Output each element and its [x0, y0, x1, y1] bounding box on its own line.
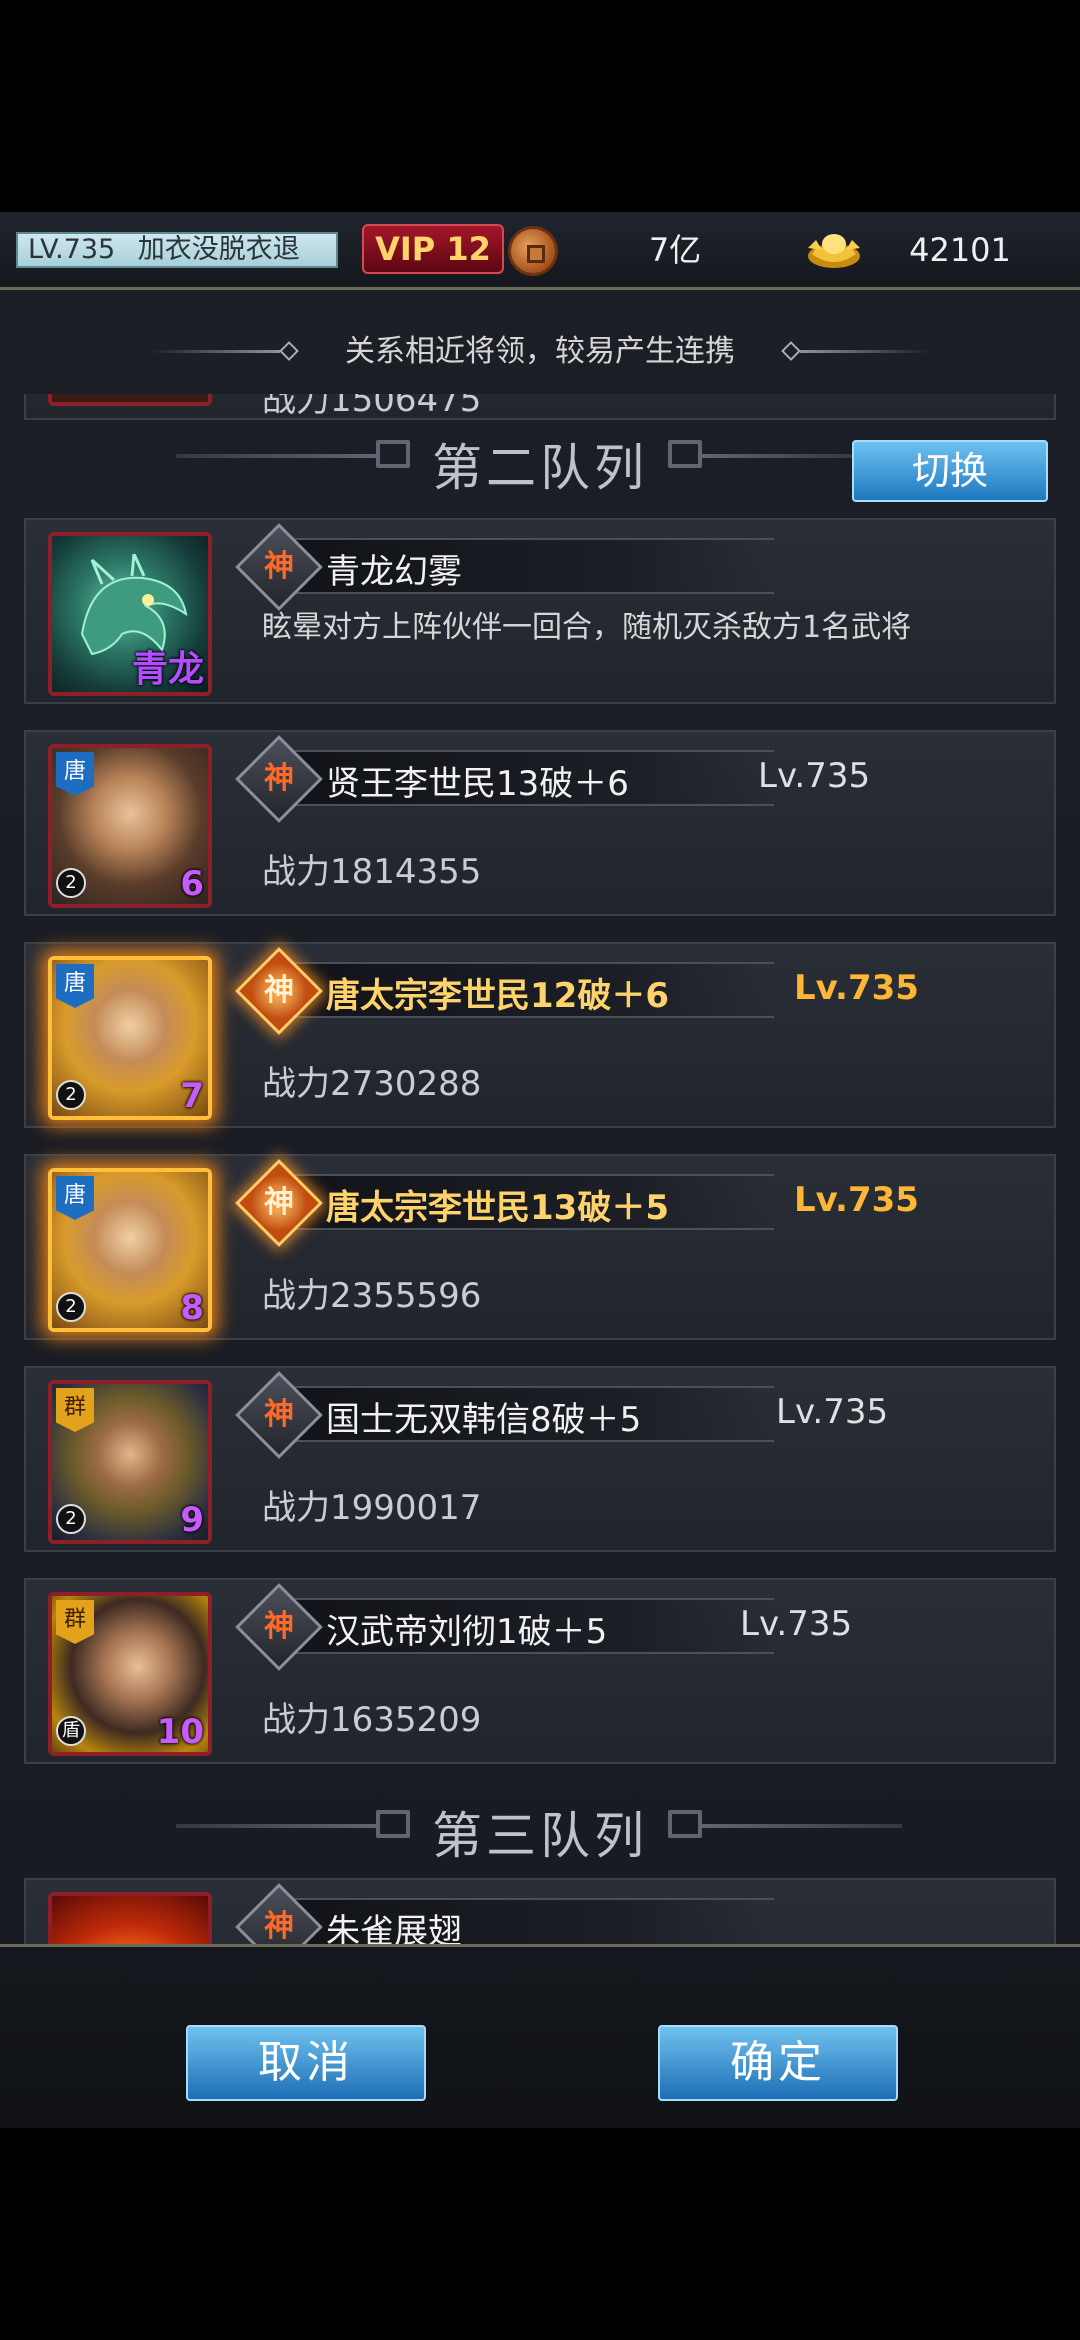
player-level: LV.735 — [28, 234, 116, 265]
general-card[interactable]: 群 盾 10 神 汉武帝刘彻1破＋5 Lv.735 战力1635209 — [24, 1578, 1056, 1764]
section-divider-right — [702, 454, 852, 458]
general-power: 战力2730288 — [262, 1064, 482, 1104]
top-letterbox — [0, 0, 1080, 212]
general-card[interactable]: 唐 2 8 神 唐太宗李世民13破＋5 Lv.735 战力2355596 — [24, 1154, 1056, 1340]
shen-rank-char: 神 — [264, 1609, 294, 1644]
switch-button[interactable]: 切换 — [852, 440, 1048, 502]
shen-rank-char: 神 — [264, 1185, 294, 1220]
general-level: Lv.735 — [794, 968, 919, 1008]
vip-badge[interactable]: VIP 12 — [362, 224, 504, 274]
general-name: 唐太宗李世民12破＋6 — [326, 976, 669, 1016]
general-card[interactable]: 唐 2 7 神 唐太宗李世民12破＋6 Lv.735 战力2730288 — [24, 942, 1056, 1128]
section-knot-right — [668, 440, 702, 468]
rank-icon: 2 — [56, 1504, 86, 1534]
general-power: 战力1990017 — [262, 1488, 482, 1528]
general-portrait — [48, 394, 212, 406]
general-power: 战力1506475 — [262, 394, 482, 420]
general-level: Lv.735 — [758, 756, 871, 796]
general-level: Lv.735 — [776, 1392, 889, 1432]
gold-ingot-icon — [808, 234, 860, 268]
general-level: Lv.735 — [740, 1604, 853, 1644]
rank-icon: 2 — [56, 1080, 86, 1110]
general-card[interactable]: 群 2 9 神 国士无双韩信8破＋5 Lv.735 战力1990017 — [24, 1366, 1056, 1552]
bottom-letterbox — [0, 2128, 1080, 2340]
slot-number: 8 — [180, 1288, 204, 1328]
general-portrait: 唐 2 8 — [48, 1168, 212, 1332]
beast-portrait-label: 青龙 — [131, 649, 204, 690]
general-portrait: 群 2 9 — [48, 1380, 212, 1544]
hint-divider-right — [800, 350, 930, 353]
beast-card-zhuque[interactable]: 神 朱雀展翅 — [24, 1878, 1056, 1944]
beast-portrait — [48, 1892, 212, 1944]
ingot-amount: 42101 — [909, 231, 1011, 269]
confirm-button[interactable]: 确定 — [658, 2025, 898, 2101]
shen-rank-char: 神 — [264, 973, 294, 1008]
general-power: 战力2355596 — [262, 1276, 482, 1316]
rank-icon: 2 — [56, 868, 86, 898]
slot-number: 6 — [180, 864, 204, 904]
general-name: 国士无双韩信8破＋5 — [326, 1400, 642, 1440]
slot-number: 7 — [180, 1076, 204, 1116]
beast-name: 朱雀展翅 — [326, 1912, 462, 1944]
beast-name: 青龙幻雾 — [326, 552, 462, 592]
formation-list[interactable]: 战力1506475 第二队列 切换 青龙 神 青龙幻雾 眩晕对方上阵伙伴一回合，… — [0, 394, 1080, 1944]
general-power: 战力1635209 — [262, 1700, 482, 1740]
general-card-partial[interactable]: 战力1506475 — [24, 394, 1056, 420]
section-title-third: 第三队列 — [432, 1807, 648, 1865]
general-level: Lv.735 — [794, 1180, 919, 1220]
shen-rank-char: 神 — [264, 761, 294, 796]
general-name: 贤王李世民13破＋6 — [326, 764, 629, 804]
player-level-box[interactable]: LV.735 加衣没脱衣退 — [16, 232, 338, 268]
shield-rank-icon: 盾 — [56, 1716, 86, 1746]
player-name: 加衣没脱衣退 — [137, 234, 300, 265]
beast-portrait: 青龙 — [48, 532, 212, 696]
slot-number: 10 — [156, 1712, 204, 1752]
beast-card-qinglong[interactable]: 青龙 神 青龙幻雾 眩晕对方上阵伙伴一回合，随机灭杀敌方1名武将 — [24, 518, 1056, 704]
copper-coin-icon — [508, 226, 558, 276]
formation-screen: LV.735 加衣没脱衣退 VIP 12 7亿 42101 关系相近将领，较易产… — [0, 212, 1080, 2128]
general-power: 战力1814355 — [262, 852, 482, 892]
general-portrait: 群 盾 10 — [48, 1592, 212, 1756]
general-name: 汉武帝刘彻1破＋5 — [326, 1612, 608, 1652]
shen-rank-char: 神 — [264, 549, 294, 584]
coin-amount: 7亿 — [648, 231, 702, 269]
section-divider-right — [702, 1824, 902, 1828]
shen-rank-char: 神 — [264, 1909, 294, 1944]
action-bar: 取消 确定 — [0, 1944, 1080, 2128]
general-name: 唐太宗李世民13破＋5 — [326, 1188, 669, 1228]
cancel-button[interactable]: 取消 — [186, 2025, 426, 2101]
status-bar: LV.735 加衣没脱衣退 VIP 12 7亿 42101 — [0, 212, 1080, 290]
rank-icon: 2 — [56, 1292, 86, 1322]
slot-number: 9 — [180, 1500, 204, 1540]
general-portrait: 唐 2 6 — [48, 744, 212, 908]
section-knot-right — [668, 1810, 702, 1838]
beast-skill-desc: 眩晕对方上阵伙伴一回合，随机灭杀敌方1名武将 — [262, 610, 912, 645]
general-card[interactable]: 唐 2 6 神 贤王李世民13破＋6 Lv.735 战力1814355 — [24, 730, 1056, 916]
general-portrait: 唐 2 7 — [48, 956, 212, 1120]
shen-rank-char: 神 — [264, 1397, 294, 1432]
